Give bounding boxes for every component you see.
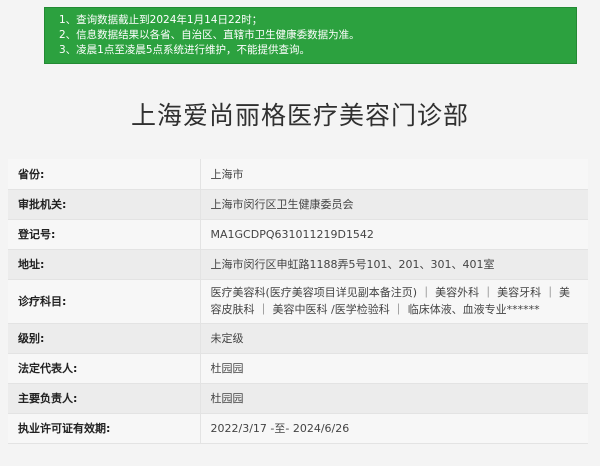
notice-line-3: 3、凌晨1点至凌晨5点系统进行维护，不能提供查询。 [59, 44, 311, 56]
row-value-legal-rep: 杜园园 [200, 353, 588, 384]
row-label-authority: 审批机关: [8, 189, 201, 220]
row-label-address: 地址: [8, 249, 201, 280]
row-value-province: 上海市 [200, 159, 588, 190]
page-title: 上海爱尚丽格医疗美容门诊部 [130, 101, 469, 130]
table-row-province: 省份: 上海市 [8, 159, 588, 190]
row-value-departments: 医疗美容科(医疗美容项目详见副本备注页) ｜ 美容外科 ｜ 美容牙科 ｜ 美容皮… [200, 279, 588, 324]
row-value-address: 上海市闵行区申虹路1188弄5号101、201、301、401室 [200, 249, 588, 280]
table-row-level: 级别: 未定级 [8, 323, 588, 354]
row-label-registration: 登记号: [8, 219, 201, 250]
table-row-registration: 登记号: MA1GCDPQ631011219D1542 [8, 219, 588, 250]
info-table: 省份: 上海市 审批机关: 上海市闵行区卫生健康委员会 登记号: MA1GCDP… [8, 159, 588, 444]
notice-line-2: 2、信息数据结果以各省、自治区、直辖市卫生健康委数据为准。 [59, 29, 360, 41]
row-value-registration: MA1GCDPQ631011219D1542 [200, 219, 588, 250]
row-label-principal: 主要负责人: [8, 383, 201, 414]
table-row-legal-rep: 法定代表人: 杜园园 [8, 353, 588, 384]
table-row-address: 地址: 上海市闵行区申虹路1188弄5号101、201、301、401室 [8, 249, 588, 280]
table-row-authority: 审批机关: 上海市闵行区卫生健康委员会 [8, 189, 588, 220]
row-value-principal: 杜园园 [200, 383, 588, 414]
row-value-level: 未定级 [200, 323, 588, 354]
row-value-license-validity: 2022/3/17 -至- 2024/6/26 [200, 413, 588, 444]
row-label-province: 省份: [8, 159, 201, 190]
row-value-authority: 上海市闵行区卫生健康委员会 [200, 189, 588, 220]
table-row-principal: 主要负责人: 杜园园 [8, 383, 588, 414]
row-label-license-validity: 执业许可证有效期: [8, 413, 201, 444]
notice-line-1: 1、查询数据截止到2024年1月14日22时； [59, 14, 263, 26]
notice-banner: 1、查询数据截止到2024年1月14日22时； 2、信息数据结果以各省、自治区、… [44, 7, 577, 64]
row-label-departments: 诊疗科目: [8, 279, 201, 324]
row-label-legal-rep: 法定代表人: [8, 353, 201, 384]
table-row-departments: 诊疗科目: 医疗美容科(医疗美容项目详见副本备注页) ｜ 美容外科 ｜ 美容牙科… [8, 279, 588, 324]
table-row-license-validity: 执业许可证有效期: 2022/3/17 -至- 2024/6/26 [8, 413, 588, 444]
row-label-level: 级别: [8, 323, 201, 354]
